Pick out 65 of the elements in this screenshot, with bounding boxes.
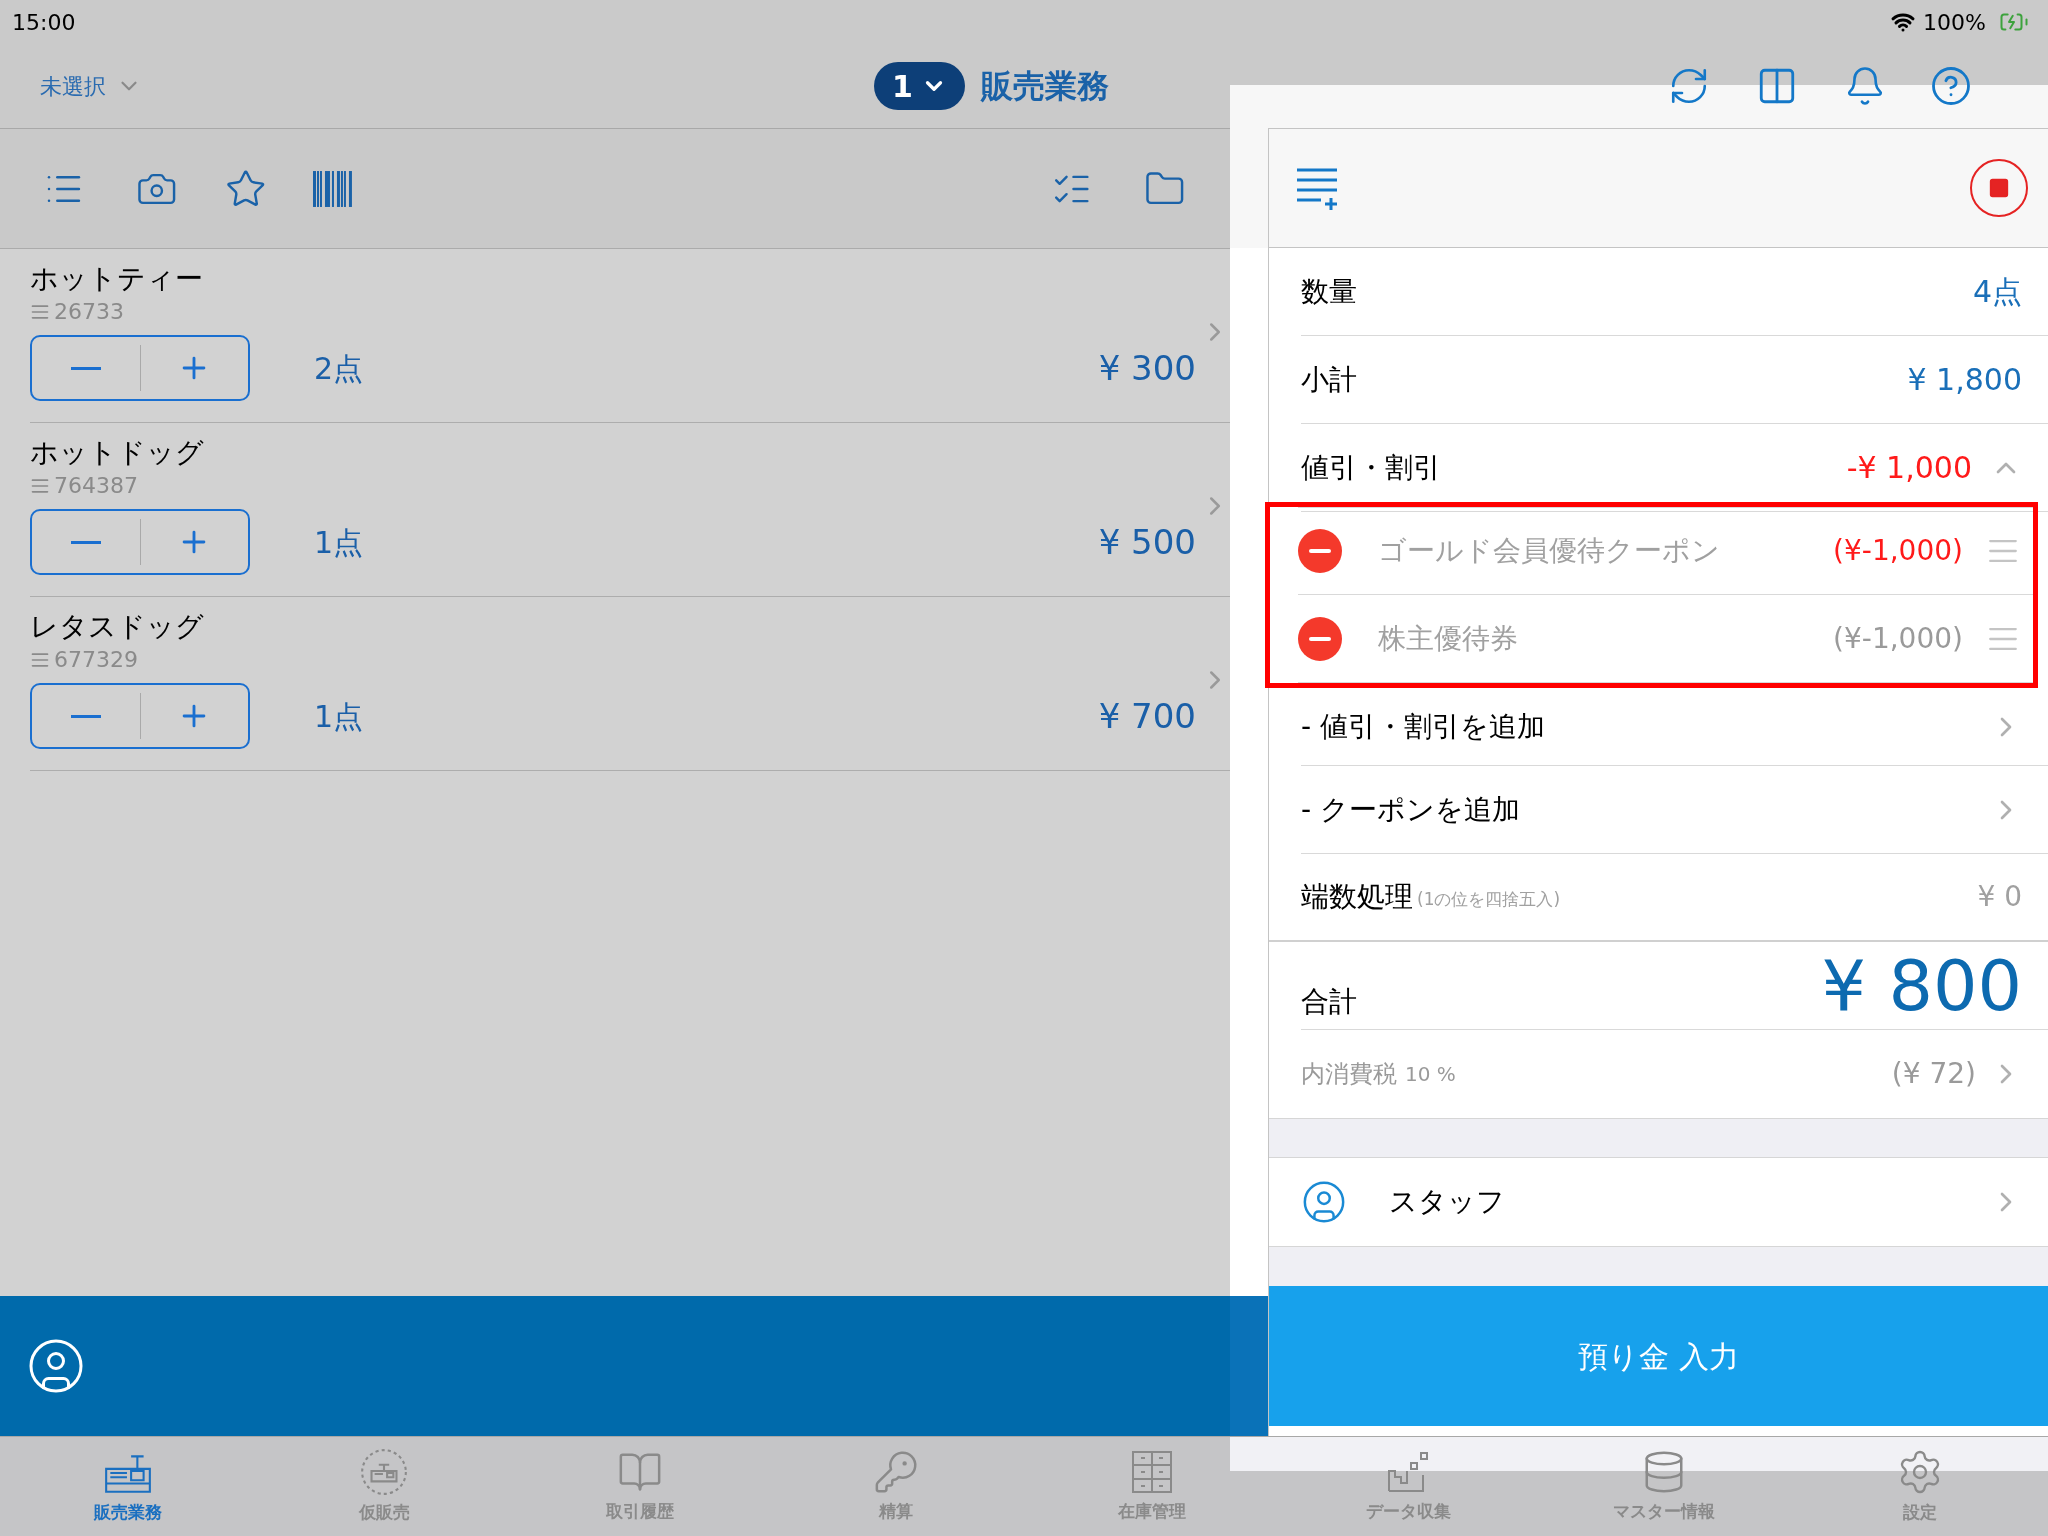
tab-bar-item[interactable]: マスター情報	[1536, 1437, 1792, 1536]
tab-bar-item[interactable]: 販売業務	[0, 1437, 256, 1536]
product-code: 26733	[54, 298, 124, 326]
add-link[interactable]: - クーポンを追加	[1301, 788, 1520, 831]
rounding-note: (1の位を四捨五入)	[1417, 888, 1561, 912]
item-price: ¥ 300	[1098, 346, 1196, 390]
tax-amount: (¥ 72)	[1891, 1056, 1976, 1092]
stop-button[interactable]	[1970, 159, 2028, 217]
rounding-value: ¥ 0	[1977, 879, 2022, 915]
minus-icon	[70, 714, 101, 718]
code-icon	[30, 650, 50, 670]
discount-name: 株主優待券	[1378, 620, 1518, 657]
discount-name: ゴールド会員優待クーポン	[1378, 533, 1720, 569]
status-time: 15:00	[12, 8, 76, 37]
minus-icon	[1309, 636, 1331, 641]
rounding-label: 端数処理	[1301, 879, 1413, 915]
total-amount: ¥ 800	[1821, 945, 2022, 1026]
summary-value: 4点	[1972, 273, 2022, 311]
add-list-icon[interactable]	[1295, 166, 1339, 210]
tab-bar-item[interactable]: 仮販売	[256, 1437, 512, 1536]
tab-bar-item[interactable]: 取引履歴	[512, 1437, 768, 1536]
key-icon	[873, 1448, 919, 1495]
tab-bar-item[interactable]: 在庫管理	[1024, 1437, 1280, 1536]
tab-bar-item[interactable]: データ収集	[1280, 1437, 1536, 1536]
register-number-badge[interactable]: 1	[874, 62, 965, 110]
item-price: ¥ 500	[1098, 520, 1196, 564]
discount-amount: (¥-1,000)	[1833, 620, 1963, 657]
battery-percent: 100%	[1923, 8, 1986, 37]
discount-amount: (¥-1,000)	[1833, 533, 1963, 569]
summary-label: 数量	[1301, 273, 1357, 310]
staff-label: スタッフ	[1389, 1184, 1505, 1220]
summary-label: 値引・割引	[1301, 449, 1441, 486]
help-icon[interactable]	[1930, 65, 1972, 107]
discount-total: -¥ 1,000	[1846, 449, 1972, 487]
cash-register-icon	[358, 1447, 410, 1496]
code-icon	[30, 476, 50, 496]
product-name: ホットティー	[30, 261, 204, 297]
product-name: ホットドッグ	[30, 435, 205, 471]
staff-icon	[1301, 1179, 1347, 1225]
screen-title: 販売業務	[980, 66, 1109, 107]
minus-icon	[70, 366, 101, 370]
add-link[interactable]: - 値引・割引を追加	[1301, 705, 1545, 748]
tab-bar-item[interactable]: 設定	[1792, 1437, 2048, 1536]
tax-label: 内消費税	[1301, 1059, 1397, 1090]
remove-button[interactable]	[1298, 529, 1342, 573]
tax-rate: 10 %	[1405, 1061, 1456, 1088]
remove-button[interactable]	[1298, 616, 1342, 661]
tab-bar-item[interactable]: 精算	[768, 1437, 1024, 1536]
total-label: 合計	[1301, 984, 1357, 1020]
store-selector[interactable]: 未選択	[40, 69, 142, 103]
product-code: 677329	[54, 646, 138, 674]
summary-label: 小計	[1301, 361, 1357, 398]
deposit-button[interactable]: 預り金 入力	[1269, 1286, 2048, 1426]
product-name: レタスドッグ	[30, 609, 205, 645]
item-price: ¥ 700	[1098, 694, 1196, 738]
item-quantity: 1点	[314, 697, 364, 736]
minus-icon	[1309, 549, 1331, 553]
cabinet-icon	[1129, 1448, 1175, 1495]
stop-icon	[1988, 177, 2010, 199]
summary-value: ¥ 1,800	[1907, 361, 2022, 399]
code-icon	[30, 302, 50, 322]
item-quantity: 1点	[314, 523, 364, 562]
product-code: 764387	[54, 472, 138, 500]
item-quantity: 2点	[314, 349, 364, 388]
minus-icon	[70, 540, 101, 544]
